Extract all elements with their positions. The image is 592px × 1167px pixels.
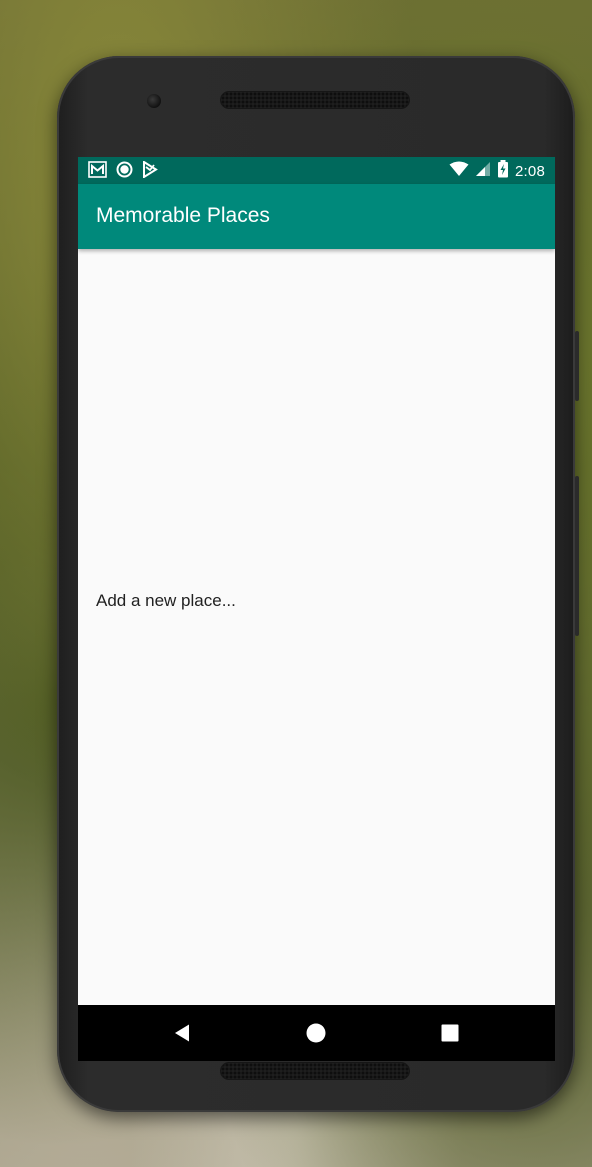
recents-icon (441, 1024, 459, 1042)
list-item-add-place[interactable]: Add a new place... (78, 581, 555, 621)
power-button (575, 476, 579, 636)
recents-button[interactable] (434, 1017, 466, 1049)
earpiece-speaker (220, 91, 410, 109)
phone-frame: 2:08 Memorable Places Add a new place... (57, 56, 579, 1112)
wifi-icon (449, 161, 469, 182)
home-icon (306, 1023, 326, 1043)
circle-sync-icon (116, 161, 133, 183)
battery-charging-icon (497, 160, 509, 183)
app-screen: 2:08 Memorable Places Add a new place... (78, 157, 555, 1005)
app-toolbar: Memorable Places (78, 184, 555, 249)
cell-signal-icon (475, 161, 491, 182)
front-camera (147, 94, 161, 108)
back-icon (175, 1024, 189, 1042)
back-button[interactable] (166, 1017, 198, 1049)
status-bar: 2:08 (78, 157, 555, 184)
status-clock: 2:08 (515, 163, 545, 180)
play-store-icon (142, 160, 158, 183)
volume-button (575, 331, 579, 401)
page-title: Memorable Places (96, 204, 270, 227)
bottom-speaker (220, 1062, 410, 1080)
system-nav-bar (78, 1005, 555, 1061)
list-item-label: Add a new place... (96, 591, 236, 610)
gmail-icon (88, 161, 107, 183)
home-button[interactable] (300, 1017, 332, 1049)
